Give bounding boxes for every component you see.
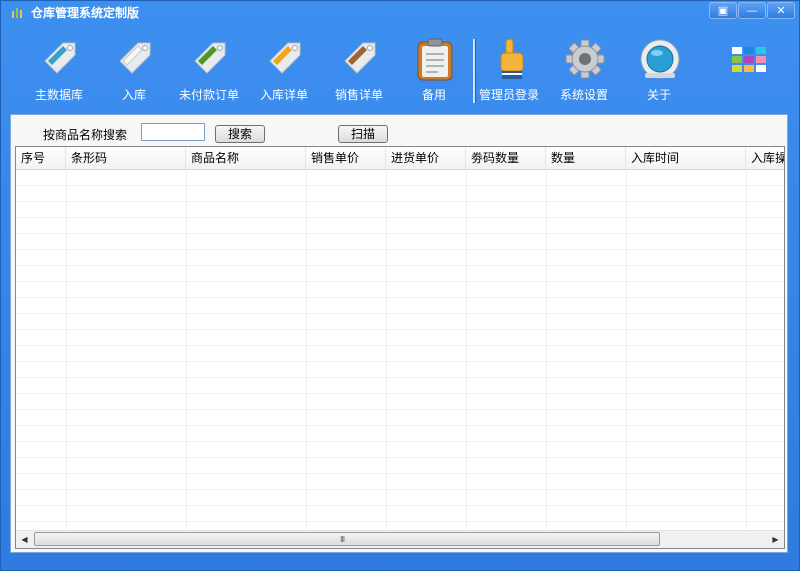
grid-row-line	[16, 249, 784, 250]
toolbar-master-database[interactable]: 主数据库	[23, 29, 95, 107]
gear-icon	[565, 39, 605, 79]
main-window: 仓库管理系统定制版 ▣ — ✕ 主数据库 入库 未付款订单 入库详单 销售详单 …	[0, 0, 800, 571]
toolbar: 主数据库 入库 未付款订单 入库详单 销售详单 备用 管理员登录 系统设置 关于	[1, 29, 799, 109]
scrollbar-grip: III	[340, 535, 345, 544]
toolbar-label: 销售详单	[334, 88, 383, 102]
grid-row-line	[16, 377, 784, 378]
grid-row-line	[16, 457, 784, 458]
grid-row-line	[16, 297, 784, 298]
grid-row-line	[16, 233, 784, 234]
search-button[interactable]: 搜索	[215, 125, 265, 143]
about-badge-icon	[640, 39, 680, 79]
column-header[interactable]: 销售单价	[306, 147, 386, 169]
window-controls: ▣ — ✕	[709, 2, 795, 19]
app-icon	[12, 8, 22, 18]
grid-row-line	[16, 473, 784, 474]
toolbar-label: 主数据库	[34, 88, 83, 102]
column-header[interactable]: 商品名称	[186, 147, 306, 169]
toolbar-sales-details[interactable]: 销售详单	[323, 29, 395, 107]
close-button[interactable]: ✕	[767, 2, 795, 19]
tag-orange-icon	[269, 42, 301, 74]
data-grid[interactable]: 序号 条形码 商品名称 销售单价 进货单价 劵码数量 数量 入库时间 入库操 ◀…	[15, 146, 785, 549]
window-title: 仓库管理系统定制版	[31, 6, 140, 20]
grid-row-line	[16, 441, 784, 442]
restore-button[interactable]: ▣	[709, 2, 737, 19]
grid-column-line	[306, 169, 307, 529]
color-grid-icon[interactable]	[732, 47, 766, 75]
grid-row-line	[16, 217, 784, 218]
column-header[interactable]: 序号	[16, 147, 66, 169]
clipboard-icon	[417, 38, 453, 81]
toolbar-label: 入库	[121, 88, 146, 102]
search-input[interactable]	[141, 123, 205, 141]
horizontal-scrollbar[interactable]: ◀ III ▶	[16, 530, 784, 548]
grid-column-line	[66, 169, 67, 529]
pointing-hand-icon	[500, 38, 524, 79]
toolbar-stock-in[interactable]: 入库	[98, 29, 170, 107]
column-header[interactable]: 入库时间	[626, 147, 746, 169]
toolbar-unpaid-orders[interactable]: 未付款订单	[173, 29, 245, 107]
scrollbar-thumb[interactable]: III	[34, 532, 660, 546]
title-bar: 仓库管理系统定制版 ▣ — ✕	[1, 1, 799, 23]
grid-row-line	[16, 345, 784, 346]
minimize-button[interactable]: —	[738, 2, 766, 19]
grid-header: 序号 条形码 商品名称 销售单价 进货单价 劵码数量 数量 入库时间 入库操	[16, 147, 784, 170]
grid-row-line	[16, 265, 784, 266]
scan-button[interactable]: 扫描	[338, 125, 388, 143]
grid-column-line	[186, 169, 187, 529]
tag-blue-icon	[44, 42, 76, 74]
scroll-right-arrow-icon[interactable]: ▶	[767, 531, 784, 548]
toolbar-system-settings[interactable]: 系统设置	[548, 29, 620, 107]
grid-row-line	[16, 425, 784, 426]
grid-row-line	[16, 313, 784, 314]
tag-green-icon	[194, 42, 226, 74]
grid-row-line	[16, 201, 784, 202]
toolbar-spare[interactable]: 备用	[398, 29, 470, 107]
tag-white-icon	[119, 42, 151, 74]
search-label: 按商品名称搜索	[43, 128, 128, 142]
grid-row-line	[16, 521, 784, 522]
grid-column-line	[626, 169, 627, 529]
column-header[interactable]: 劵码数量	[466, 147, 546, 169]
grid-column-line	[386, 169, 387, 529]
column-header[interactable]: 条形码	[66, 147, 186, 169]
content-panel: 按商品名称搜索 搜索 扫描 序号 条形码 商品名称 销售单价 进货单价 劵码数量…	[10, 114, 788, 553]
toolbar-label: 入库详单	[259, 88, 308, 102]
grid-row-line	[16, 329, 784, 330]
grid-column-line	[546, 169, 547, 529]
grid-row-line	[16, 505, 784, 506]
toolbar-label: 系统设置	[559, 88, 608, 102]
toolbar-about[interactable]: 关于	[623, 29, 695, 107]
toolbar-admin-login[interactable]: 管理员登录	[473, 29, 545, 107]
scroll-left-arrow-icon[interactable]: ◀	[16, 531, 33, 548]
grid-column-line	[746, 169, 747, 529]
grid-row-line	[16, 409, 784, 410]
toolbar-label: 备用	[421, 88, 446, 102]
column-header[interactable]: 入库操	[746, 147, 784, 169]
toolbar-label: 管理员登录	[478, 88, 539, 102]
grid-row-line	[16, 185, 784, 186]
grid-row-line	[16, 281, 784, 282]
column-header[interactable]: 进货单价	[386, 147, 466, 169]
grid-column-line	[466, 169, 467, 529]
toolbar-label: 未付款订单	[178, 88, 239, 102]
grid-row-line	[16, 393, 784, 394]
toolbar-label: 关于	[646, 88, 671, 102]
grid-row-line	[16, 361, 784, 362]
grid-row-line	[16, 489, 784, 490]
toolbar-stock-in-details[interactable]: 入库详单	[248, 29, 320, 107]
column-header[interactable]: 数量	[546, 147, 626, 169]
tag-brown-icon	[344, 42, 376, 74]
